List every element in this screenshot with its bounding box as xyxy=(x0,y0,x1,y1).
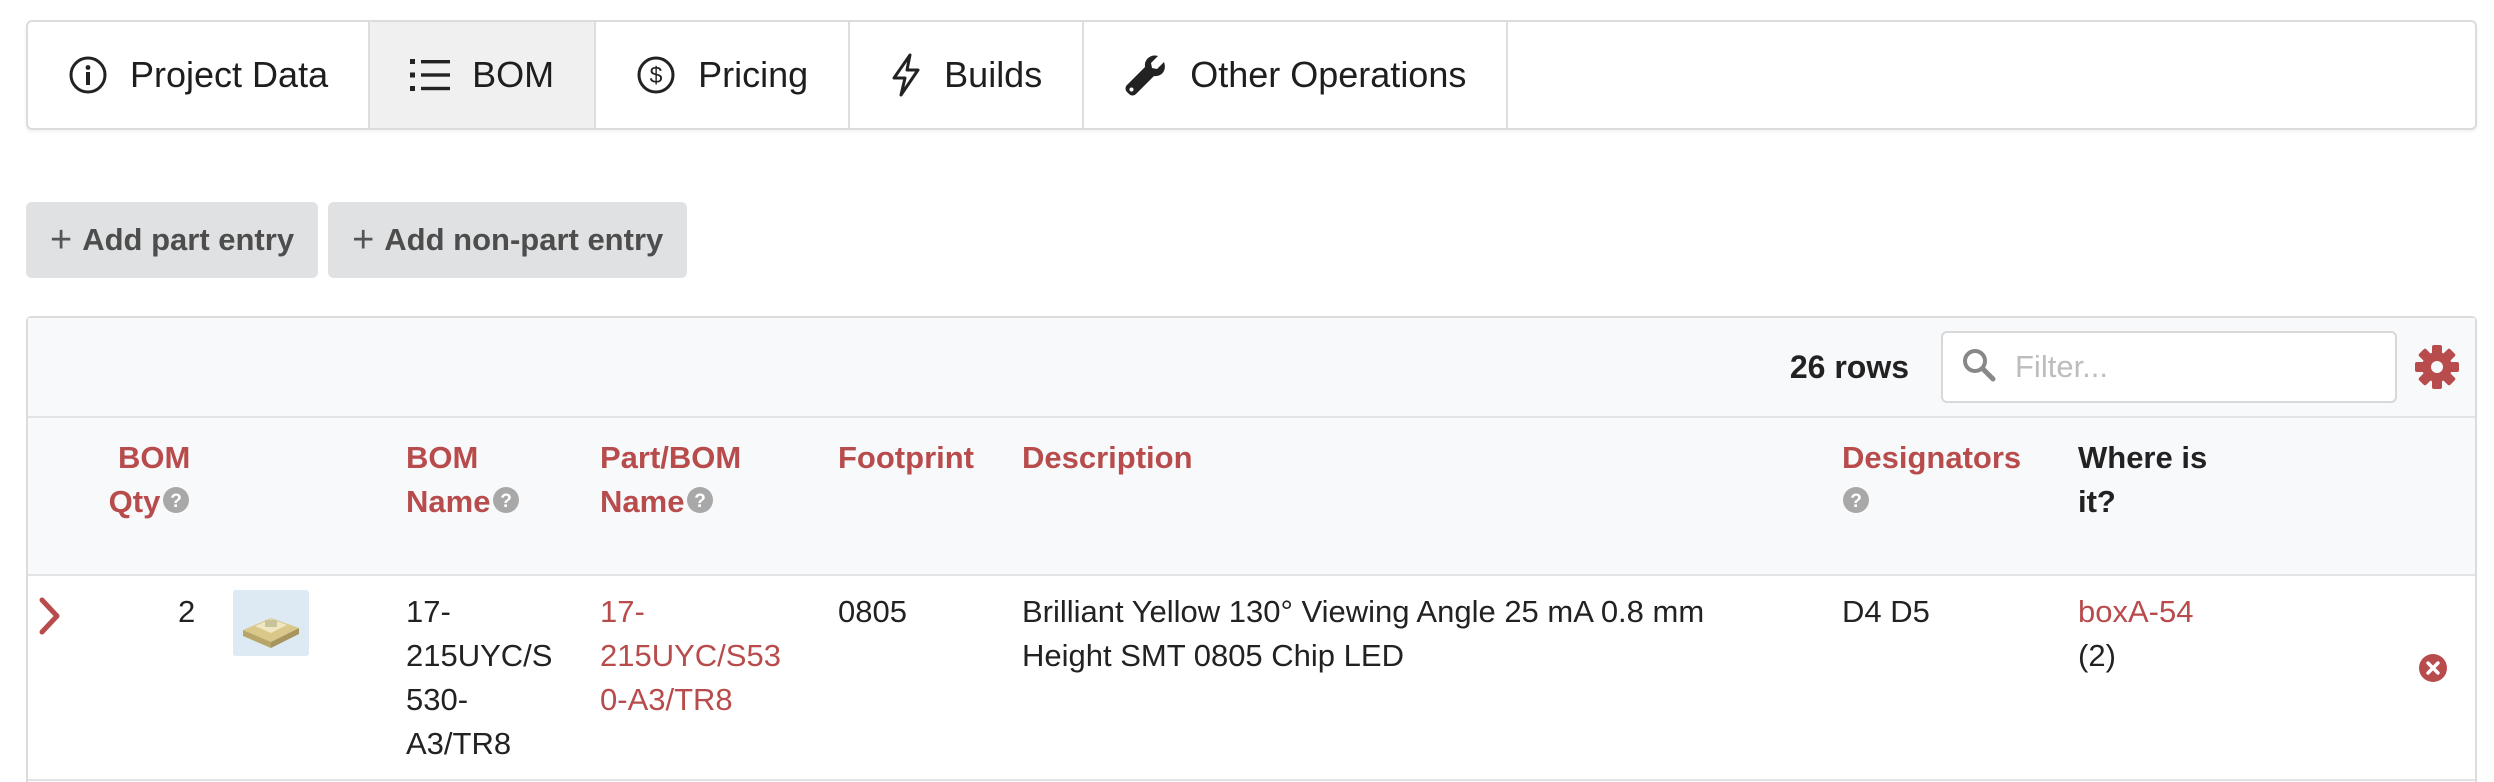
svg-text:?: ? xyxy=(1850,491,1862,512)
svg-text:?: ? xyxy=(501,491,513,512)
location-qty: (2) xyxy=(2078,638,2116,673)
cell-footprint: 0805 xyxy=(838,594,907,629)
filter-input[interactable] xyxy=(2015,349,2375,385)
cell-part-name-link[interactable]: 17- 215UYC/S53 0-A3/TR8 xyxy=(600,590,781,722)
cell-designators: D4 D5 xyxy=(1842,594,1930,629)
cell-description: Brilliant Yellow 130° Viewing Angle 25 m… xyxy=(1022,594,1705,673)
header-description[interactable]: Description xyxy=(1022,436,1193,480)
header-footprint[interactable]: Footprint xyxy=(838,436,974,480)
plus-icon: + xyxy=(352,218,375,261)
tab-pricing[interactable]: $ Pricing xyxy=(596,22,851,128)
row-count: 26 rows xyxy=(1789,348,1909,385)
info-circle-icon xyxy=(68,55,108,95)
tab-label: Other Operations xyxy=(1190,54,1467,95)
dollar-circle-icon: $ xyxy=(636,55,676,95)
bom-actions: + Add part entry + Add non-part entry xyxy=(26,202,688,278)
help-icon[interactable]: ? xyxy=(1842,482,1870,526)
help-icon[interactable]: ? xyxy=(686,482,714,526)
svg-text:?: ? xyxy=(695,491,707,512)
cell-bom-name: 17- 215UYC/S 530- A3/TR8 xyxy=(406,594,553,761)
search-icon xyxy=(1961,347,1997,388)
expand-chevron-icon[interactable] xyxy=(38,596,62,641)
location-link[interactable]: boxA-54 xyxy=(2078,590,2193,634)
tab-builds[interactable]: Builds xyxy=(850,22,1085,128)
header-part-bom-name[interactable]: Part/BOM Name? xyxy=(600,436,741,526)
tab-label: Builds xyxy=(944,54,1043,95)
svg-text:?: ? xyxy=(171,491,183,512)
header-designators[interactable]: Designators ? xyxy=(1842,436,2021,526)
header-bom-qty[interactable]: BOM Qty? xyxy=(98,436,191,526)
table-row[interactable]: 2 17- 215UYC/S 530- A3/TR8 17- 215UYC/S5… xyxy=(28,576,2475,781)
plus-icon: + xyxy=(50,218,73,261)
cell-bom-qty: 2 xyxy=(178,594,196,629)
tab-other-operations[interactable]: Other Operations xyxy=(1084,22,1509,128)
filter-box[interactable] xyxy=(1941,331,2397,403)
tab-label: Pricing xyxy=(698,54,809,95)
help-icon[interactable]: ? xyxy=(492,482,520,526)
tab-label: Project Data xyxy=(130,54,329,95)
tab-bom[interactable]: BOM xyxy=(370,22,597,128)
table-toolbar: 26 rows xyxy=(28,318,2475,418)
part-thumbnail xyxy=(233,590,309,656)
add-part-entry-button[interactable]: + Add part entry xyxy=(26,202,319,278)
add-non-part-entry-button[interactable]: + Add non-part entry xyxy=(328,202,688,278)
wrench-icon xyxy=(1124,53,1168,97)
header-bom-name[interactable]: BOM Name? xyxy=(406,436,520,526)
add-part-entry-label: Add part entry xyxy=(82,222,295,257)
delete-icon[interactable] xyxy=(2418,653,2448,688)
bolt-icon xyxy=(890,53,922,97)
svg-text:$: $ xyxy=(650,62,663,88)
add-non-part-entry-label: Add non-part entry xyxy=(384,222,664,257)
list-icon xyxy=(410,57,451,93)
header-where-is-it: Where is it? xyxy=(2078,440,2208,519)
tab-bar: Project Data BOM $ Pricing Builds Other … xyxy=(26,20,2477,130)
tab-project-data[interactable]: Project Data xyxy=(28,22,371,128)
bom-table-panel: 26 rows Filter... BOM Qty ? BOM Name ? P… xyxy=(26,316,2477,782)
tab-label: BOM xyxy=(472,54,555,95)
gear-icon[interactable] xyxy=(2413,343,2461,391)
table-header-row: BOM Qty? BOM Name? Part/BOM Name? Footpr… xyxy=(28,418,2475,576)
help-icon[interactable]: ? xyxy=(162,482,190,526)
cell-location: boxA-54 (2) xyxy=(2078,590,2193,678)
